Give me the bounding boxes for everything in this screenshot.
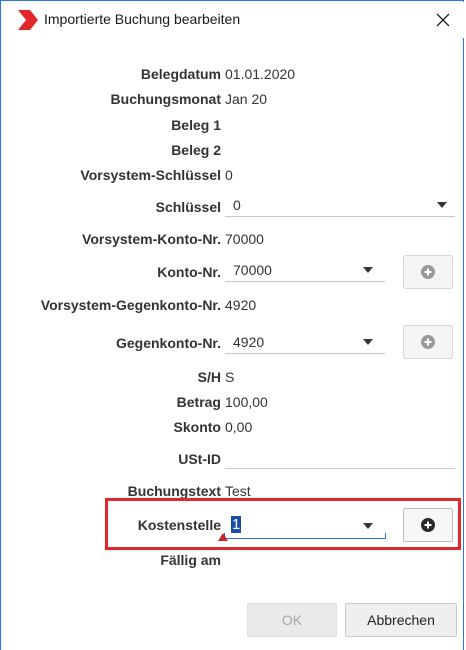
betrag-value: 100,00	[225, 394, 268, 410]
sh-value: S	[225, 369, 235, 385]
error-triangle-icon	[218, 533, 228, 541]
plus-circle-icon	[421, 335, 435, 349]
konto-add-button[interactable]	[403, 255, 453, 289]
beleg2-label: Beleg 2	[171, 142, 221, 158]
faellig-am-label: Fällig am	[160, 552, 221, 568]
kostenstelle-label: Kostenstelle	[137, 517, 221, 533]
title-bar: Importierte Buchung bearbeiten	[2, 2, 464, 38]
ok-button[interactable]: OK	[247, 603, 337, 637]
vorsystem-schluessel-label: Vorsystem-Schlüssel	[80, 167, 221, 183]
sh-label: S/H	[197, 369, 221, 385]
chevron-down-icon	[363, 267, 373, 273]
vorsystem-gegenkonto-label: Vorsystem-Gegenkonto-Nr.	[40, 297, 221, 313]
plus-circle-icon	[421, 518, 435, 532]
vorsystem-schluessel-value: 0	[225, 167, 233, 183]
belegdatum-label: Belegdatum	[140, 66, 221, 82]
schluessel-select[interactable]: 0	[225, 195, 455, 217]
chevron-down-icon	[363, 339, 373, 345]
buchungstext-value: Test	[225, 483, 251, 499]
schluessel-label: Schlüssel	[155, 199, 221, 215]
schluessel-select-value: 0	[233, 197, 241, 213]
buchungsmonat-value: Jan 20	[225, 91, 268, 107]
chevron-down-icon	[437, 202, 447, 208]
dialog-window: Importierte Buchung bearbeiten Belegdatu…	[0, 0, 464, 650]
app-logo-icon	[18, 10, 38, 30]
window-title: Importierte Buchung bearbeiten	[44, 11, 241, 27]
ustid-label: USt-ID	[178, 451, 221, 467]
ustid-input[interactable]	[225, 447, 455, 469]
skonto-label: Skonto	[173, 419, 221, 435]
vorsystem-konto-label: Vorsystem-Konto-Nr.	[82, 231, 221, 247]
buchungsmonat-label: Buchungsmonat	[110, 91, 221, 107]
gegenkonto-select[interactable]: 4920	[225, 332, 385, 354]
gegenkonto-select-value: 4920	[233, 334, 265, 350]
close-icon	[436, 13, 450, 27]
konto-select[interactable]: 70000	[225, 260, 385, 282]
cancel-button[interactable]: Abbrechen	[345, 603, 457, 637]
kostenstelle-select[interactable]: 1	[224, 515, 386, 539]
field-tick-right	[385, 533, 386, 539]
gegenkonto-label: Gegenkonto-Nr.	[115, 335, 221, 351]
vorsystem-gegenkonto-value: 4920	[225, 297, 257, 313]
close-button[interactable]	[422, 3, 464, 37]
vorsystem-konto-value: 70000	[225, 231, 264, 247]
skonto-value: 0,00	[225, 419, 253, 435]
plus-circle-icon	[421, 265, 435, 279]
chevron-down-icon	[363, 523, 373, 529]
gegenkonto-add-button[interactable]	[403, 325, 453, 359]
betrag-label: Betrag	[176, 394, 221, 410]
beleg1-label: Beleg 1	[171, 117, 221, 133]
kostenstelle-select-value: 1	[231, 516, 242, 533]
konto-label: Konto-Nr.	[157, 264, 221, 280]
buchungstext-label: Buchungstext	[127, 483, 221, 499]
belegdatum-value: 01.01.2020	[225, 66, 296, 82]
kostenstelle-add-button[interactable]	[403, 508, 453, 542]
konto-select-value: 70000	[233, 262, 272, 278]
